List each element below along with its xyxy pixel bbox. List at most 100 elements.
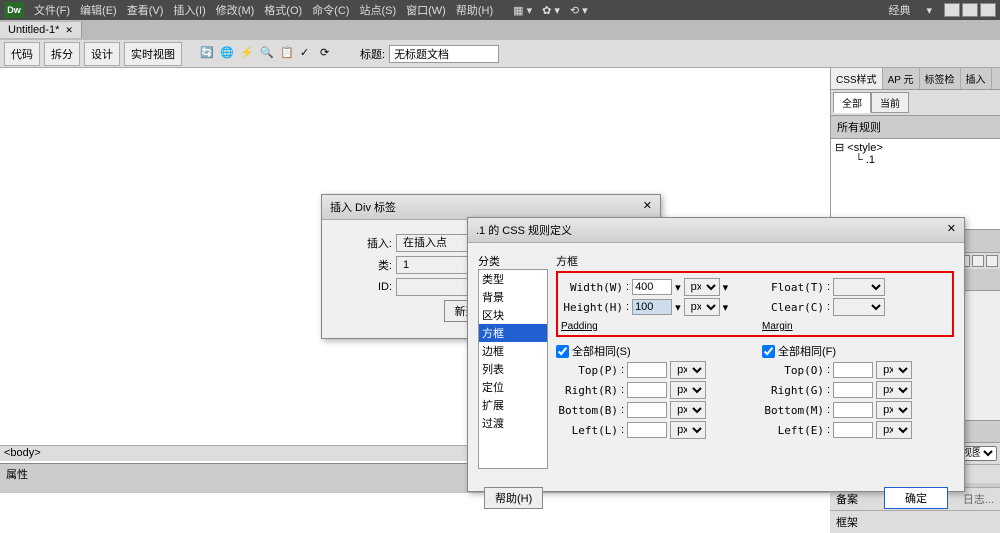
validate-icon[interactable]: ✓ xyxy=(300,46,316,62)
subtab-current[interactable]: 当前 xyxy=(871,92,909,113)
tab-tags[interactable]: 标签检 xyxy=(920,68,961,89)
padding-left-unit[interactable]: px xyxy=(670,421,706,439)
float-select[interactable] xyxy=(833,278,885,296)
close-icon[interactable]: ✕ xyxy=(947,222,956,238)
btm-label-1b[interactable]: 日志... xyxy=(963,491,994,507)
padding-bottom-unit[interactable]: px xyxy=(670,401,706,419)
globe-icon[interactable]: 🌐 xyxy=(220,46,236,62)
close-button[interactable]: ✕ xyxy=(980,3,996,17)
menu-edit[interactable]: 编辑(E) xyxy=(76,0,121,20)
options-icon[interactable]: 📋 xyxy=(280,46,296,62)
doc-tab[interactable]: Untitled-1* ✕ xyxy=(0,22,82,38)
layout-icon[interactable]: ▦ ▾ xyxy=(509,2,536,19)
menu-view[interactable]: 查看(V) xyxy=(123,0,168,20)
layout-dropdown[interactable]: 经典 xyxy=(884,0,914,20)
clear-label: Clear(C) xyxy=(762,301,824,314)
cat-type[interactable]: 类型 xyxy=(479,270,547,288)
menu-format[interactable]: 格式(O) xyxy=(260,0,306,20)
menu-command[interactable]: 命令(C) xyxy=(308,0,353,20)
check-icon[interactable]: ⟳ xyxy=(320,46,336,62)
padding-left-input[interactable] xyxy=(627,422,667,438)
refresh-icon[interactable]: 🔄 xyxy=(200,46,216,62)
padding-right-unit[interactable]: px xyxy=(670,381,706,399)
close-tab-icon[interactable]: ✕ xyxy=(65,25,73,36)
extensions-icon[interactable]: ✿ ▾ xyxy=(538,2,564,19)
help-button[interactable]: 帮助(H) xyxy=(484,487,543,509)
tab-css[interactable]: CSS样式 xyxy=(831,68,883,89)
margin-left-input[interactable] xyxy=(833,422,873,438)
dropdown-icon[interactable]: ▾ xyxy=(723,301,729,314)
clear-select[interactable] xyxy=(833,298,885,316)
margin-label: Margin xyxy=(762,321,793,332)
padding-top-input[interactable] xyxy=(627,362,667,378)
cat-block[interactable]: 区块 xyxy=(479,306,547,324)
menu-insert[interactable]: 插入(I) xyxy=(169,0,209,20)
margin-same-checkbox[interactable] xyxy=(762,345,775,358)
view-design[interactable]: 设计 xyxy=(84,42,120,66)
padding-bottom-input[interactable] xyxy=(627,402,667,418)
menu-file[interactable]: 文件(F) xyxy=(30,0,74,20)
margin-right-unit[interactable]: px xyxy=(876,381,912,399)
tab-insert[interactable]: 插入 xyxy=(961,68,992,89)
menu-modify[interactable]: 修改(M) xyxy=(212,0,259,20)
rule-item[interactable]: .1 xyxy=(866,154,875,166)
view-live[interactable]: 实时视图 xyxy=(124,42,182,66)
inspect-icon[interactable]: 🔍 xyxy=(260,46,276,62)
live-icon[interactable]: ⚡ xyxy=(240,46,256,62)
category-label: 分类 xyxy=(478,253,548,269)
dialog-title: .1 的 CSS 规则定义 xyxy=(476,222,572,238)
padding-top-unit[interactable]: px xyxy=(670,361,706,379)
padding-right-input[interactable] xyxy=(627,382,667,398)
margin-left-unit[interactable]: px xyxy=(876,421,912,439)
prop-icon-5[interactable] xyxy=(986,255,998,267)
category-list[interactable]: 类型 背景 区块 方框 边框 列表 定位 扩展 过渡 xyxy=(478,269,548,469)
menubar: Dw 文件(F) 编辑(E) 查看(V) 插入(I) 修改(M) 格式(O) 命… xyxy=(0,0,1000,20)
cat-ext[interactable]: 扩展 xyxy=(479,396,547,414)
sync-icon[interactable]: ⟲ ▾ xyxy=(566,2,592,19)
margin-top-input[interactable] xyxy=(833,362,873,378)
tag-path[interactable]: <body> xyxy=(4,447,41,459)
view-code[interactable]: 代码 xyxy=(4,42,40,66)
cat-border[interactable]: 边框 xyxy=(479,342,547,360)
maximize-button[interactable]: ❐ xyxy=(962,3,978,17)
title-input[interactable] xyxy=(389,45,499,63)
cat-bg[interactable]: 背景 xyxy=(479,288,547,306)
view-split[interactable]: 拆分 xyxy=(44,42,80,66)
minimize-button[interactable]: — xyxy=(944,3,960,17)
menu-help[interactable]: 帮助(H) xyxy=(452,0,497,20)
document-tabs: Untitled-1* ✕ xyxy=(0,20,1000,40)
margin-bottom-label: Bottom(M) xyxy=(762,404,824,417)
rules-header: 所有规则 xyxy=(831,115,1000,139)
padding-left-label: Left(L) xyxy=(556,424,618,437)
prop-icon-4[interactable] xyxy=(972,255,984,267)
cat-pos[interactable]: 定位 xyxy=(479,378,547,396)
dropdown-icon[interactable]: ▾ xyxy=(675,281,681,294)
highlighted-box: Width(W):▾px▾ Height(H):▾px▾ Float(T): C… xyxy=(556,271,954,337)
margin-bottom-unit[interactable]: px xyxy=(876,401,912,419)
margin-top-unit[interactable]: px xyxy=(876,361,912,379)
tab-ap[interactable]: AP 元 xyxy=(883,68,920,89)
rules-list[interactable]: ⊟ <style> └ .1 xyxy=(831,139,1000,229)
padding-same-label: 全部相同(S) xyxy=(572,343,631,359)
width-input[interactable] xyxy=(632,279,672,295)
ok-button[interactable]: 确定 xyxy=(884,487,948,509)
margin-bottom-input[interactable] xyxy=(833,402,873,418)
dropdown-icon[interactable]: ▾ xyxy=(723,281,729,294)
padding-same-checkbox[interactable] xyxy=(556,345,569,358)
margin-right-input[interactable] xyxy=(833,382,873,398)
menu-site[interactable]: 站点(S) xyxy=(355,0,400,20)
height-input[interactable] xyxy=(632,299,672,315)
rule-style[interactable]: <style> xyxy=(847,142,882,154)
padding-top-label: Top(P) xyxy=(556,364,618,377)
close-icon[interactable]: ✕ xyxy=(643,199,652,215)
cat-list[interactable]: 列表 xyxy=(479,360,547,378)
subtab-all[interactable]: 全部 xyxy=(833,92,871,113)
cat-box[interactable]: 方框 xyxy=(479,324,547,342)
cat-trans[interactable]: 过渡 xyxy=(479,414,547,432)
dropdown-icon[interactable]: ▾ xyxy=(922,2,936,19)
height-unit[interactable]: px xyxy=(684,298,720,316)
width-unit[interactable]: px xyxy=(684,278,720,296)
menu-window[interactable]: 窗口(W) xyxy=(402,0,450,20)
dropdown-icon[interactable]: ▾ xyxy=(675,301,681,314)
padding-bottom-label: Bottom(B) xyxy=(556,404,618,417)
